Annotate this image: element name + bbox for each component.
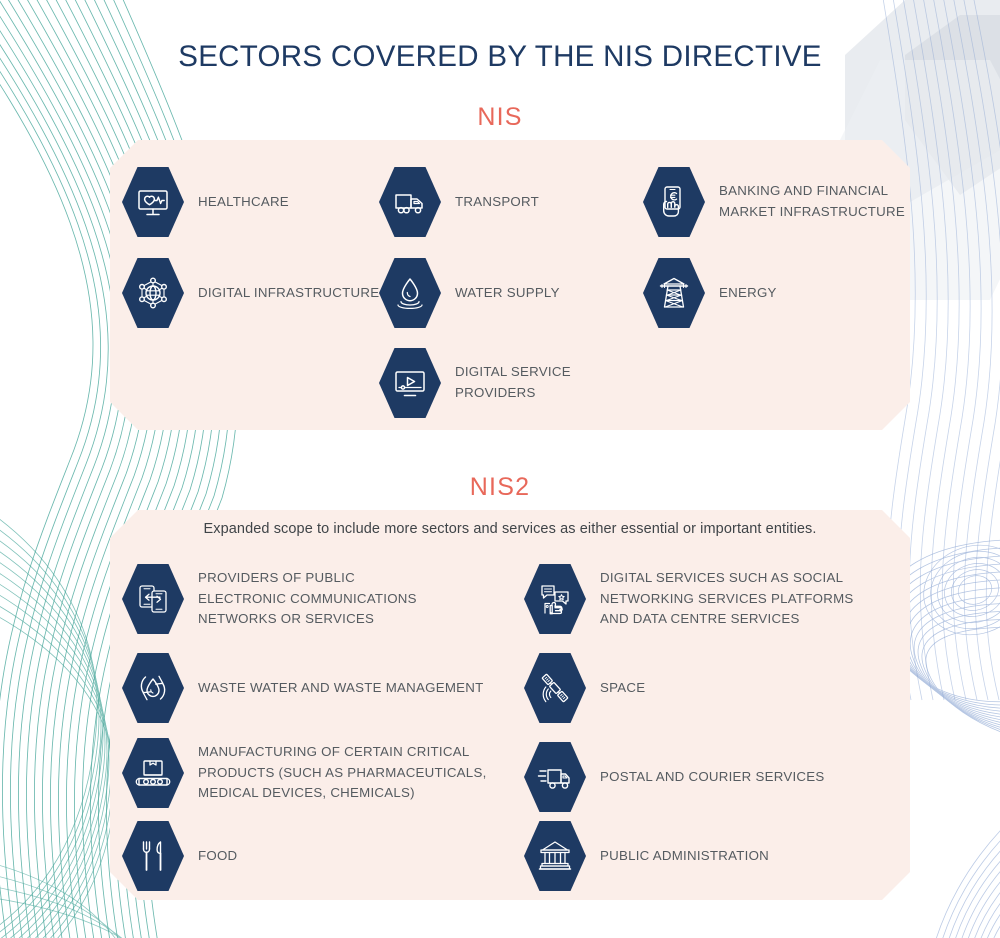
sector-label: PROVIDERS OF PUBLIC ELECTRONIC COMMUNICA…: [198, 570, 417, 627]
sector-item-electronic-communications[interactable]: PROVIDERS OF PUBLIC ELECTRONIC COMMUNICA…: [122, 564, 417, 634]
sector-label: DIGITAL SERVICE PROVIDERS: [455, 364, 571, 400]
delivery-truck-icon: [524, 742, 586, 812]
sector-label: TRANSPORT: [455, 193, 540, 209]
sector-item-banking[interactable]: BANKING AND FINANCIAL MARKET INFRASTRUCT…: [643, 167, 905, 237]
satellite-icon: [524, 653, 586, 723]
sector-item-water-supply[interactable]: WATER SUPPLY: [379, 258, 560, 328]
water-recycle-icon: [122, 653, 184, 723]
monitor-play-icon: [379, 348, 441, 418]
sector-label: HEALTHCARE: [198, 193, 289, 209]
truck-icon: [379, 167, 441, 237]
sector-item-digital-services[interactable]: DIGITAL SERVICES SUCH AS SOCIAL NETWORKI…: [524, 564, 854, 634]
infographic-canvas: SECTORS COVERED BY THE NIS DIRECTIVE NIS…: [0, 0, 1000, 938]
water-droplet-icon: [379, 258, 441, 328]
sector-item-food[interactable]: FOOD: [122, 821, 237, 891]
government-building-icon: [524, 821, 586, 891]
sector-label: DIGITAL INFRASTRUCTURE: [198, 284, 380, 300]
sector-label: SPACE: [600, 679, 646, 695]
speech-bubbles-like-icon: [524, 564, 586, 634]
sector-item-postal-courier[interactable]: POSTAL AND COURIER SERVICES: [524, 742, 824, 812]
hand-phone-euro-icon: [643, 167, 705, 237]
sector-item-public-administration[interactable]: PUBLIC ADMINISTRATION: [524, 821, 769, 891]
heart-monitor-icon: [122, 167, 184, 237]
sector-label: WASTE WATER AND WASTE MANAGEMENT: [198, 679, 484, 695]
sector-item-manufacturing[interactable]: MANUFACTURING OF CERTAIN CRITICAL PRODUC…: [122, 738, 487, 808]
sector-label: PUBLIC ADMINISTRATION: [600, 847, 770, 863]
two-phones-exchange-icon: [122, 564, 184, 634]
sector-item-healthcare[interactable]: HEALTHCARE: [122, 167, 289, 237]
sector-item-energy[interactable]: ENERGY: [643, 258, 777, 328]
sector-item-waste-water[interactable]: WASTE WATER AND WASTE MANAGEMENT: [122, 653, 484, 723]
conveyor-box-icon: [122, 738, 184, 808]
nis2-description: Expanded scope to include more sectors a…: [203, 521, 817, 537]
sector-label: BANKING AND FINANCIAL MARKET INFRASTRUCT…: [719, 183, 905, 219]
sector-item-space[interactable]: SPACE: [524, 653, 645, 723]
sector-item-transport[interactable]: TRANSPORT: [379, 167, 539, 237]
section-heading-nis2: NIS2: [469, 473, 531, 501]
sector-label: MANUFACTURING OF CERTAIN CRITICAL PRODUC…: [198, 744, 487, 801]
fork-knife-icon: [122, 821, 184, 891]
sector-label: POSTAL AND COURIER SERVICES: [600, 768, 825, 784]
sector-label: FOOD: [198, 847, 238, 863]
sector-label: WATER SUPPLY: [455, 284, 560, 300]
section-heading-nis: NIS: [477, 103, 523, 131]
power-pylon-icon: [643, 258, 705, 328]
network-globe-icon: [122, 258, 184, 328]
sector-item-digital-service-providers[interactable]: DIGITAL SERVICE PROVIDERS: [379, 348, 571, 418]
sector-label: ENERGY: [719, 284, 777, 300]
sector-label: DIGITAL SERVICES SUCH AS SOCIAL NETWORKI…: [600, 570, 854, 627]
page-title: SECTORS COVERED BY THE NIS DIRECTIVE: [178, 40, 822, 73]
sector-item-digital-infrastructure[interactable]: DIGITAL INFRASTRUCTURE: [122, 258, 379, 328]
